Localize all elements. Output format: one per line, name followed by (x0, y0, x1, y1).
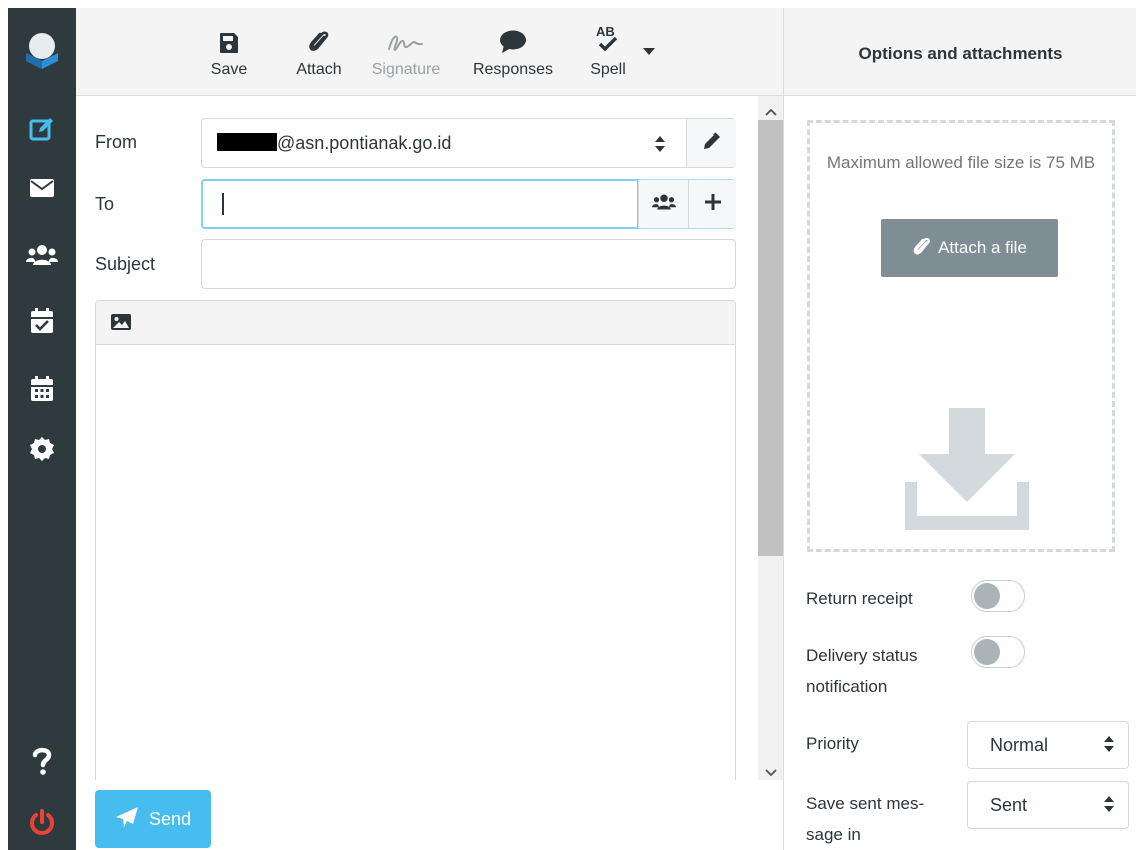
save-sent-label-line2: sage in (806, 825, 861, 844)
paperclip-icon (308, 8, 330, 58)
message-editor (95, 300, 736, 790)
paper-plane-icon (115, 806, 139, 833)
tasks-icon[interactable] (8, 296, 76, 346)
send-label: Send (148, 808, 192, 829)
caret-down-icon (643, 8, 655, 64)
toggle-knob (974, 583, 1000, 609)
contacts-icon (651, 193, 677, 216)
spellcheck-icon: AB (592, 8, 624, 58)
redacted-block (217, 133, 277, 151)
save-icon (219, 8, 239, 58)
from-select[interactable]: @asn.pontianak.go.id (201, 118, 736, 168)
attach-file-label: Attach a file (938, 238, 1027, 257)
delivery-status-toggle[interactable] (971, 636, 1025, 668)
options-header: Options and attachments (784, 8, 1136, 96)
return-receipt-toggle[interactable] (971, 580, 1025, 612)
scrollbar[interactable] (758, 96, 783, 780)
spell-button[interactable]: AB Spell (586, 8, 630, 96)
compose-icon[interactable] (8, 104, 76, 154)
edit-identity-button[interactable] (686, 119, 736, 167)
scroll-up-icon[interactable] (765, 103, 777, 121)
speech-bubble-icon (499, 8, 527, 58)
signature-label: Signature (371, 61, 441, 78)
priority-label: Priority (806, 734, 859, 753)
delivery-status-label-line2: notification (806, 677, 888, 696)
contacts-icon[interactable] (8, 230, 76, 280)
save-label: Save (210, 61, 248, 78)
save-sent-value: Sent (990, 794, 1028, 815)
save-sent-folder-select[interactable]: Sent (967, 781, 1129, 829)
scroll-thumb[interactable] (758, 120, 783, 556)
from-label: From (95, 132, 137, 152)
nav-rail (8, 8, 76, 850)
text-cursor (222, 193, 224, 215)
to-input-focus-ring (201, 179, 639, 229)
select-arrows-icon (655, 136, 665, 157)
priority-select[interactable]: Normal (967, 721, 1129, 769)
download-icon (905, 408, 1029, 535)
plus-icon (704, 193, 722, 216)
calendar-icon[interactable] (8, 364, 76, 414)
save-sent-label-line1: Save sent mes- (806, 794, 925, 813)
mail-compose-app: Save Attach Signature Responses AB Spell… (0, 0, 1136, 850)
attachment-dropzone[interactable]: Maximum allowed file size is 75 MB Attac… (807, 120, 1115, 552)
responses-label: Responses (472, 61, 554, 78)
spell-label: Spell (590, 61, 626, 78)
image-icon[interactable] (110, 313, 132, 336)
max-file-size-text: Maximum allowed file size is 75 MB (826, 153, 1096, 172)
pencil-icon (702, 131, 722, 156)
save-button[interactable]: Save (204, 8, 254, 96)
signature-button[interactable]: Signature (366, 8, 446, 96)
message-body[interactable] (96, 345, 735, 789)
attach-button[interactable]: Attach (290, 8, 348, 96)
signature-icon (386, 8, 426, 58)
settings-icon[interactable] (8, 424, 76, 474)
subject-label: Subject (95, 254, 156, 274)
address-book-button[interactable] (638, 180, 688, 228)
responses-button[interactable]: Responses (461, 8, 565, 96)
toggle-knob (974, 639, 1000, 665)
to-input[interactable] (201, 179, 736, 229)
priority-value: Normal (990, 734, 1049, 755)
power-icon[interactable] (8, 798, 76, 848)
select-arrows-icon (1104, 736, 1114, 757)
select-arrows-icon (1104, 796, 1114, 817)
add-header-button[interactable] (688, 180, 736, 228)
options-panel: Options and attachments Maximum allowed … (783, 8, 1136, 850)
paperclip-icon (912, 235, 932, 262)
logo-icon[interactable] (8, 8, 76, 94)
send-button[interactable]: Send (95, 790, 211, 848)
delivery-status-label-line1: Delivery status (806, 646, 918, 665)
editor-toolbar (96, 301, 735, 345)
spell-language-dropdown[interactable] (640, 8, 658, 96)
return-receipt-label: Return receipt (806, 589, 913, 608)
compose-toolbar: Save Attach Signature Responses AB Spell (76, 8, 783, 96)
svg-text:AB: AB (596, 24, 615, 39)
to-label: To (95, 194, 115, 214)
options-title: Options and attachments (858, 44, 1063, 63)
attach-file-button[interactable]: Attach a file (881, 219, 1058, 277)
from-value: @asn.pontianak.go.id (217, 133, 451, 154)
subject-input[interactable] (201, 239, 736, 289)
attach-label: Attach (296, 61, 342, 78)
mail-icon[interactable] (8, 163, 76, 213)
help-icon[interactable] (8, 736, 76, 786)
